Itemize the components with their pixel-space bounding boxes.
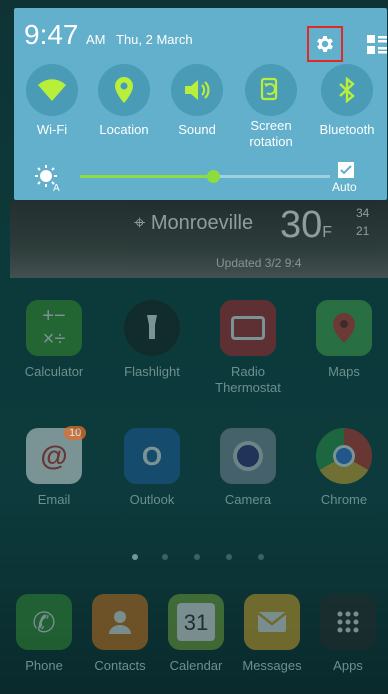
weather-updated: Updated 3/2 9:4	[216, 256, 302, 270]
app-label: Flashlight	[124, 364, 180, 379]
apps-grid-icon	[320, 594, 376, 650]
weather-temp: 30F	[280, 204, 332, 247]
clock-ampm: AM	[86, 32, 106, 47]
app-calculator[interactable]: +− ×÷ Calculator	[14, 300, 94, 380]
page-dot[interactable]	[258, 554, 264, 560]
app-maps[interactable]: Maps	[304, 300, 384, 380]
flashlight-icon	[124, 300, 180, 356]
tile-wifi[interactable]: Wi-Fi	[16, 64, 88, 138]
screen-rotation-icon	[260, 77, 278, 101]
sound-tile-circle	[171, 64, 223, 116]
tile-location[interactable]: Location	[88, 64, 160, 138]
outlook-icon: O	[124, 428, 180, 484]
wifi-icon	[38, 79, 66, 101]
camera-icon	[220, 428, 276, 484]
brightness-auto-icon: A	[35, 165, 60, 192]
app-label: Messages	[242, 658, 302, 673]
maps-icon	[316, 300, 372, 356]
notification-badge: 10	[64, 426, 87, 440]
phone-icon: ✆	[16, 594, 72, 650]
weather-temp-value: 30	[280, 204, 323, 246]
calendar-day: 31	[177, 603, 215, 641]
app-label: Outlook	[129, 492, 175, 507]
contacts-icon	[92, 594, 148, 650]
brightness-slider[interactable]	[80, 170, 330, 183]
calculator-icon: +− ×÷	[26, 300, 82, 356]
settings-button[interactable]	[307, 26, 343, 62]
app-label: Phone	[25, 658, 63, 673]
weather-temp-unit: F	[322, 224, 333, 241]
checkmark-icon	[340, 165, 352, 175]
app-label: Maps	[328, 364, 360, 379]
tile-label: Location	[99, 122, 149, 137]
app-flashlight[interactable]: Flashlight	[112, 300, 192, 380]
weather-widget[interactable]: ⌖ Monroeville 30F 34 21 Updated 3/2 9:4	[10, 200, 388, 278]
app-label: Radio Thermostat	[215, 364, 281, 395]
app-chrome[interactable]: Chrome	[304, 428, 384, 508]
speaker-icon	[185, 80, 210, 100]
svg-text:A: A	[53, 183, 60, 192]
quick-settings-panel: 9:47 AM Thu, 2 March Wi-Fi Location Soun…	[14, 8, 387, 200]
tile-label: Screen rotation	[249, 118, 293, 149]
app-email[interactable]: @ 10 Email	[14, 426, 94, 508]
bluetooth-icon	[339, 77, 355, 103]
gear-icon	[317, 36, 333, 52]
app-calendar[interactable]: 31 Calendar	[156, 594, 236, 674]
app-label: Chrome	[320, 492, 368, 507]
brightness-row: A Auto	[14, 158, 387, 198]
app-outlook[interactable]: O Outlook	[112, 428, 192, 508]
app-messages[interactable]: Messages	[232, 594, 312, 674]
location-tile-circle	[98, 64, 150, 116]
weather-city: ⌖ Monroeville	[134, 212, 253, 235]
date-label: Thu, 2 March	[116, 32, 193, 47]
app-label: Contacts	[94, 658, 146, 673]
bluetooth-tile-circle	[321, 64, 373, 116]
weather-low: 21	[356, 224, 370, 238]
brightness-slider-fill	[80, 175, 213, 178]
thermostat-icon	[220, 300, 276, 356]
auto-brightness-label: Auto	[332, 180, 357, 194]
chrome-icon	[316, 428, 372, 484]
tile-label: Wi-Fi	[36, 122, 68, 137]
weather-city-name: Monroeville	[150, 212, 254, 234]
app-apps[interactable]: Apps	[308, 594, 388, 674]
page-indicator	[130, 554, 270, 564]
tile-label: Sound	[178, 122, 216, 137]
quick-tiles: Wi-Fi Location Sound Screen rotation Blu…	[14, 64, 387, 150]
status-bar: 9:47 AM Thu, 2 March	[22, 18, 387, 62]
location-pin-icon: ⌖	[134, 212, 146, 234]
app-radio-thermostat[interactable]: Radio Thermostat	[208, 300, 288, 396]
page-dot[interactable]	[162, 554, 168, 560]
location-pin-icon	[115, 77, 133, 103]
weather-high: 34	[356, 206, 370, 220]
tile-screen-rotation[interactable]: Screen rotation	[235, 64, 307, 150]
auto-brightness-checkbox[interactable]	[338, 162, 354, 178]
tile-label: Bluetooth	[319, 122, 375, 137]
app-label: Email	[37, 492, 71, 507]
app-label: Apps	[333, 658, 363, 673]
page-dot-home[interactable]	[132, 554, 138, 560]
app-label: Calendar	[169, 658, 223, 673]
app-camera[interactable]: Camera	[208, 428, 288, 508]
tile-sound[interactable]: Sound	[161, 64, 233, 138]
page-dot[interactable]	[194, 554, 200, 560]
rotation-tile-circle	[245, 64, 297, 116]
clock-time: 9:47	[24, 19, 79, 50]
app-phone[interactable]: ✆ Phone	[4, 594, 84, 674]
messages-icon	[244, 594, 300, 650]
app-label: Camera	[224, 492, 272, 507]
wifi-tile-circle	[26, 64, 78, 116]
edit-tiles-icon[interactable]	[366, 34, 388, 56]
tile-bluetooth[interactable]: Bluetooth	[311, 64, 383, 138]
calendar-icon: 31	[168, 594, 224, 650]
brightness-slider-handle[interactable]	[206, 170, 220, 183]
app-label: Calculator	[24, 364, 84, 379]
app-dock: ✆ Phone Contacts 31 Calendar Messages Ap…	[0, 594, 388, 684]
page-dot[interactable]	[226, 554, 232, 560]
app-contacts[interactable]: Contacts	[80, 594, 160, 674]
